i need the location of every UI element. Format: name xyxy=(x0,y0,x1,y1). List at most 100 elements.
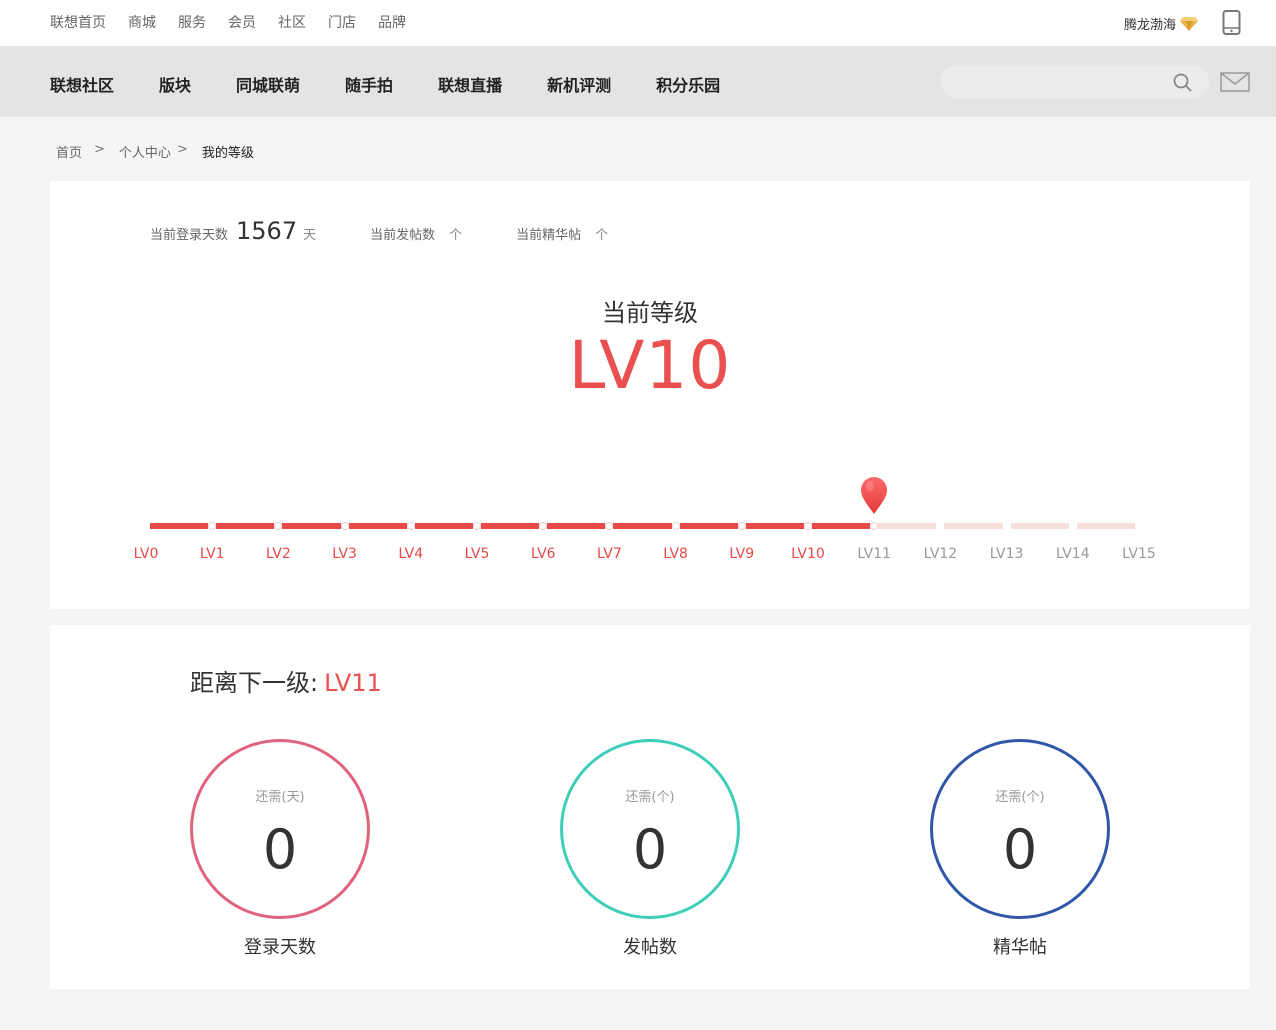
level-track-dot xyxy=(870,522,879,530)
level-track-segment xyxy=(944,523,1003,529)
level-track-dot xyxy=(804,522,812,530)
nav-item-live[interactable]: 联想直播 xyxy=(438,72,502,96)
search-input[interactable] xyxy=(957,72,1167,92)
toplink-mall[interactable]: 商城 xyxy=(128,12,156,32)
level-panel: 当前登录天数 1567 天 当前发帖数 个 当前精华帖 个 当前等级 LV10 … xyxy=(50,181,1250,609)
breadcrumb-separator: > xyxy=(176,142,188,157)
current-level-value: LV10 xyxy=(568,327,732,404)
level-track-segment xyxy=(481,523,540,529)
posts-need-label: 还需(个) xyxy=(625,790,675,805)
toplink-service[interactable]: 服务 xyxy=(178,12,206,32)
level-track-segment xyxy=(812,523,871,529)
featured-caption: 精华帖 xyxy=(993,937,1047,958)
breadcrumb-separator: > xyxy=(94,142,105,157)
mobile-phone-icon[interactable] xyxy=(1222,10,1241,35)
username[interactable]: 腾龙渤海 xyxy=(1124,14,1176,33)
level-track-dot xyxy=(539,522,548,530)
diamond-icon xyxy=(1180,16,1198,31)
posts-circle: 还需(个) 0 xyxy=(560,739,740,919)
search-icon[interactable] xyxy=(1173,73,1192,92)
search-box xyxy=(940,64,1210,99)
level-track-dot xyxy=(406,522,415,530)
login-days-value: 1567 xyxy=(236,217,298,245)
level-track-segment xyxy=(745,523,804,529)
nav-item-points-park[interactable]: 积分乐园 xyxy=(656,72,720,96)
level-track-dot xyxy=(274,522,283,530)
current-level-title: 当前等级 xyxy=(602,299,698,327)
user-stats: 当前登录天数 1567 天 当前发帖数 个 当前精华帖 个 xyxy=(150,217,608,245)
main-nav: 联想社区 版块 同城联萌 随手拍 联想直播 新机评测 积分乐园 xyxy=(0,46,1276,117)
user-menu[interactable]: 腾龙渤海 xyxy=(1124,14,1198,33)
level-label-lv14: LV14 xyxy=(1055,546,1090,562)
level-track-dot xyxy=(208,522,217,530)
nav-item-sections[interactable]: 版块 xyxy=(159,72,191,96)
level-progress-track: LV0 LV1 LV2 LV3 LV4 LV5 LV6 LV7 LV8 LV9 LV10 LV11 LV… xyxy=(50,471,1250,581)
level-track-segment xyxy=(150,523,209,529)
level-track-dot xyxy=(340,522,349,530)
level-label-lv10: LV10 xyxy=(791,546,825,562)
toplink-lenovo-home[interactable]: 联想首页 xyxy=(50,12,106,32)
level-label-lv6: LV6 xyxy=(530,546,556,562)
level-track-segment xyxy=(679,523,738,529)
level-track-segment xyxy=(1010,523,1069,529)
level-track-dot xyxy=(473,522,481,530)
login-days-caption: 登录天数 xyxy=(244,937,316,958)
nav-item-local-groups[interactable]: 同城联萌 xyxy=(236,72,300,96)
featured-unit: 个 xyxy=(595,228,609,243)
login-days-circle: 还需(天) 0 xyxy=(190,739,370,919)
top-links: 联想首页 商城 服务 会员 社区 门店 品牌 xyxy=(50,12,428,32)
level-label-lv5: LV5 xyxy=(464,546,490,562)
nav-item-lenovo-community[interactable]: 联想社区 xyxy=(50,72,114,96)
level-track-segment xyxy=(878,523,937,529)
next-level-panel: 距离下一级: LV11 还需(天) 0 登录天数 还需(个) 0 发帖数 还需(个… xyxy=(50,625,1250,989)
level-track-dot xyxy=(737,522,746,530)
login-days-need-label: 还需(天) xyxy=(255,790,305,805)
current-position-pin-icon xyxy=(861,477,888,514)
level-label-lv15: LV15 xyxy=(1122,546,1156,562)
login-days-label: 当前登录天数 xyxy=(150,228,229,243)
next-level-value: LV11 xyxy=(324,669,382,697)
level-track-segment xyxy=(414,523,473,529)
mail-icon[interactable] xyxy=(1220,72,1250,92)
nav-items: 联想社区 版块 同城联萌 随手拍 联想直播 新机评测 积分乐园 xyxy=(50,72,765,96)
featured-need-value: 0 xyxy=(1002,818,1038,881)
breadcrumb-personal-center[interactable]: 个人中心 xyxy=(119,142,171,161)
next-level-heading: 距离下一级: LV11 xyxy=(190,663,382,698)
toplink-member[interactable]: 会员 xyxy=(228,12,256,32)
level-label-lv12: LV12 xyxy=(923,546,958,562)
breadcrumb-current: 我的等级 xyxy=(201,146,254,161)
level-track-segment xyxy=(216,523,275,529)
login-days-unit: 天 xyxy=(303,228,317,243)
level-track-segment xyxy=(282,523,341,529)
login-days-need-value: 0 xyxy=(262,818,298,881)
level-track-dot xyxy=(671,522,680,530)
posts-label: 当前发帖数 xyxy=(370,228,436,243)
level-label-lv11: LV11 xyxy=(857,546,892,562)
posts-caption: 发帖数 xyxy=(623,937,677,958)
nav-item-reviews[interactable]: 新机评测 xyxy=(547,72,611,96)
featured-label: 当前精华帖 xyxy=(516,228,582,243)
toplink-store[interactable]: 门店 xyxy=(328,12,356,32)
next-level-label: 距离下一级: xyxy=(190,669,319,697)
level-label-lv0: LV0 xyxy=(133,546,159,562)
level-label-lv7: LV7 xyxy=(597,546,622,562)
level-track-segment xyxy=(1076,523,1135,529)
nav-item-snapshots[interactable]: 随手拍 xyxy=(345,72,393,96)
level-label-lv3: LV3 xyxy=(332,546,357,562)
top-links-bar: 联想首页 商城 服务 会员 社区 门店 品牌 腾龙渤海 xyxy=(0,0,1276,46)
toplink-community[interactable]: 社区 xyxy=(278,12,306,32)
toplink-brand[interactable]: 品牌 xyxy=(378,12,406,32)
level-label-lv13: LV13 xyxy=(989,546,1024,562)
posts-unit: 个 xyxy=(449,228,463,243)
level-label-lv9: LV9 xyxy=(729,546,755,562)
level-label-lv1: LV1 xyxy=(199,546,225,562)
posts-need-value: 0 xyxy=(632,818,668,881)
level-label-lv2: LV2 xyxy=(266,546,291,562)
level-label-lv4: LV4 xyxy=(398,546,424,562)
breadcrumb-home[interactable]: 首页 xyxy=(56,142,82,161)
level-track-segment xyxy=(613,523,672,529)
level-track-segment xyxy=(547,523,606,529)
featured-need-label: 还需(个) xyxy=(995,790,1045,805)
featured-circle: 还需(个) 0 xyxy=(930,739,1110,919)
level-track-segment xyxy=(348,523,407,529)
